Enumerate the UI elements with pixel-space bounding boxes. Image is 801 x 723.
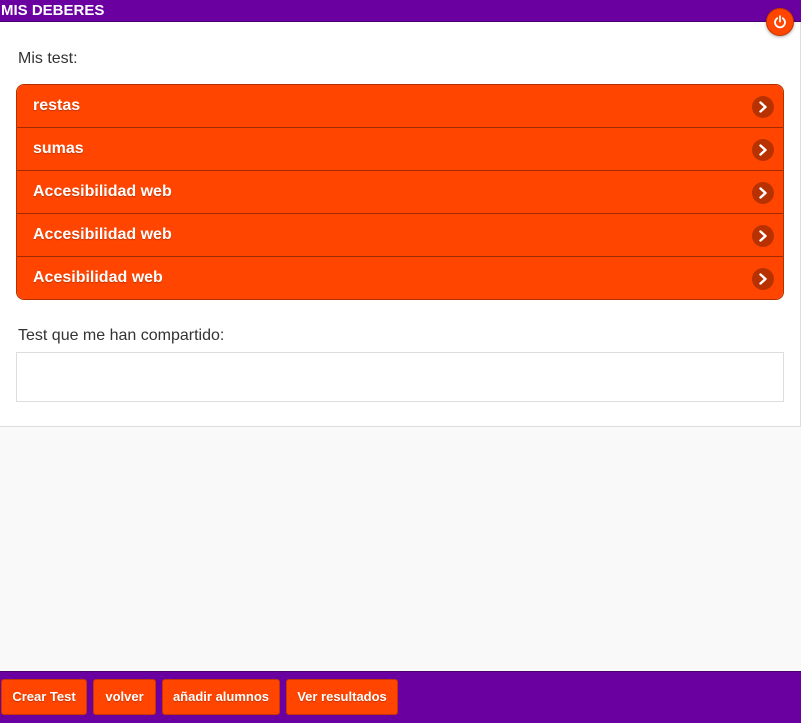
test-item-acesibilidad-web[interactable]: Acesibilidad web [17, 256, 783, 299]
test-item-accesibilidad-web-1[interactable]: Accesibilidad web [17, 170, 783, 213]
test-item-label: Accesibilidad web [33, 183, 172, 200]
my-tests-label: Mis test: [18, 50, 78, 67]
my-tests-list: restas sumas Accesibilidad web Accesibil… [16, 84, 784, 300]
logout-button[interactable] [766, 8, 794, 36]
view-results-button[interactable]: Ver resultados [286, 679, 398, 715]
chevron-right-icon [752, 139, 774, 161]
add-students-button[interactable]: añadir alumnos [162, 679, 280, 715]
test-item-label: restas [33, 97, 81, 114]
back-button[interactable]: volver [93, 679, 156, 715]
power-icon [774, 15, 786, 29]
main-content: Mis test: restas sumas Accesibilidad web… [0, 22, 801, 427]
chevron-right-icon [752, 225, 774, 247]
test-item-label: Accesibilidad web [33, 226, 172, 243]
chevron-right-icon [752, 96, 774, 118]
chevron-right-icon [752, 268, 774, 290]
chevron-right-icon [752, 182, 774, 204]
shared-tests-label: Test que me han compartido: [18, 327, 225, 344]
test-item-sumas[interactable]: sumas [17, 127, 783, 170]
test-item-label: sumas [33, 140, 84, 157]
header-bar: MIS DEBERES [0, 0, 801, 22]
test-item-restas[interactable]: restas [17, 85, 783, 127]
create-test-button[interactable]: Crear Test [1, 679, 87, 715]
test-item-accesibilidad-web-2[interactable]: Accesibilidad web [17, 213, 783, 256]
shared-tests-list [16, 352, 784, 402]
page-title: MIS DEBERES [1, 2, 105, 19]
footer-toolbar: Crear Test volver añadir alumnos Ver res… [0, 671, 801, 723]
test-item-label: Acesibilidad web [33, 269, 163, 286]
